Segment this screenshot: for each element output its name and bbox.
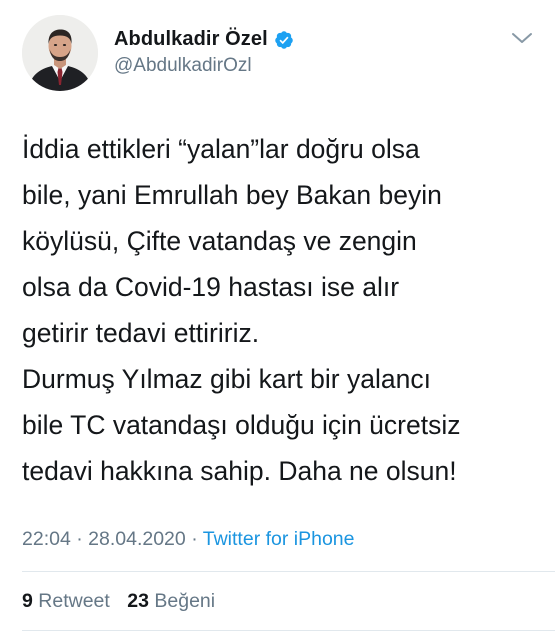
author-name-row[interactable]: Abdulkadir Özel	[114, 28, 294, 51]
tweet-line: olsa da Covid-19 hastası ise alır	[22, 272, 400, 302]
tweet-line: bile TC vatandaşı olduğu için ücretsiz	[22, 410, 461, 440]
retweet-stat[interactable]: 9 Retweet	[22, 590, 115, 612]
meta-separator: ·	[191, 528, 198, 550]
tweet-line: bile, yani Emrullah bey Bakan beyin	[22, 180, 442, 210]
tweet-card: Abdulkadir Özel @AbdulkadirOzl İddia ett…	[0, 0, 555, 633]
like-count: 23	[127, 590, 149, 612]
avatar-image	[22, 15, 98, 91]
tweet-stats: 9 Retweet 23 Beğeni	[22, 590, 215, 613]
chevron-down-icon[interactable]	[511, 30, 533, 46]
meta-separator: ·	[76, 528, 83, 550]
author-handle[interactable]: @AbdulkadirOzl	[114, 55, 252, 77]
tweet-line: İddia ettikleri “yalan”lar doğru olsa	[22, 134, 420, 164]
tweet-source-link[interactable]: Twitter for iPhone	[203, 528, 355, 550]
tweet-line: Durmuş Yılmaz gibi kart bir yalancı	[22, 364, 431, 394]
like-stat[interactable]: 23 Beğeni	[127, 590, 215, 612]
author-avatar[interactable]	[22, 15, 98, 91]
like-label: Beğeni	[154, 590, 216, 612]
tweet-text: İddia ettikleri “yalan”lar doğru olsa bi…	[22, 126, 537, 494]
tweet-line: getirir tedavi ettiririz.	[22, 318, 260, 348]
tweet-line: köylüsü, Çifte vatandaş ve zengin	[22, 226, 417, 256]
tweet-line: tedavi hakkına sahip. Daha ne olsun!	[22, 456, 457, 486]
verified-badge-icon	[274, 30, 293, 49]
tweet-time[interactable]: 22:04	[22, 528, 71, 550]
tweet-date[interactable]: 28.04.2020	[88, 528, 186, 550]
author-display-name[interactable]: Abdulkadir Özel	[114, 28, 268, 51]
retweet-label: Retweet	[38, 590, 110, 612]
divider	[22, 630, 555, 631]
retweet-count: 9	[22, 590, 33, 612]
divider	[22, 571, 555, 572]
tweet-meta: 22:04 · 28.04.2020 · Twitter for iPhone	[22, 528, 355, 551]
